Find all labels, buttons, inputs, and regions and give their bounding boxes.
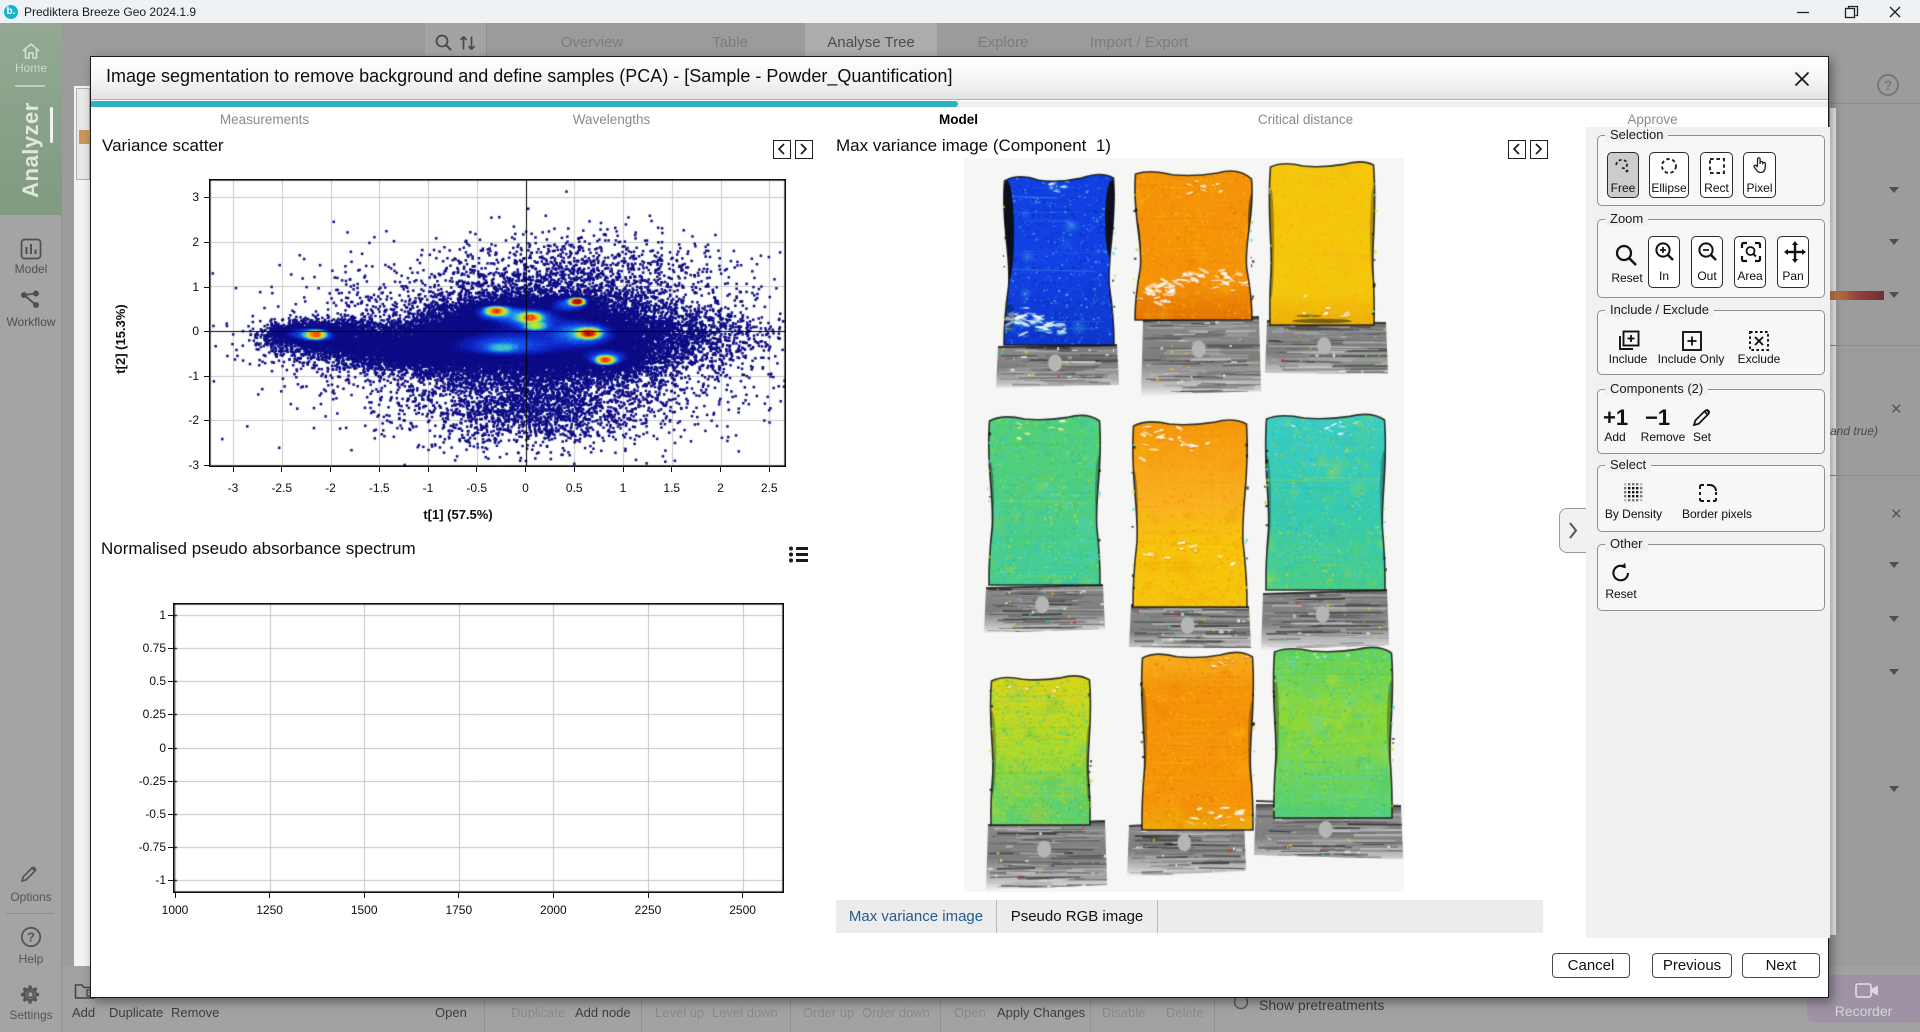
- svg-text:?: ?: [27, 930, 35, 945]
- svg-text:?: ?: [1884, 77, 1893, 93]
